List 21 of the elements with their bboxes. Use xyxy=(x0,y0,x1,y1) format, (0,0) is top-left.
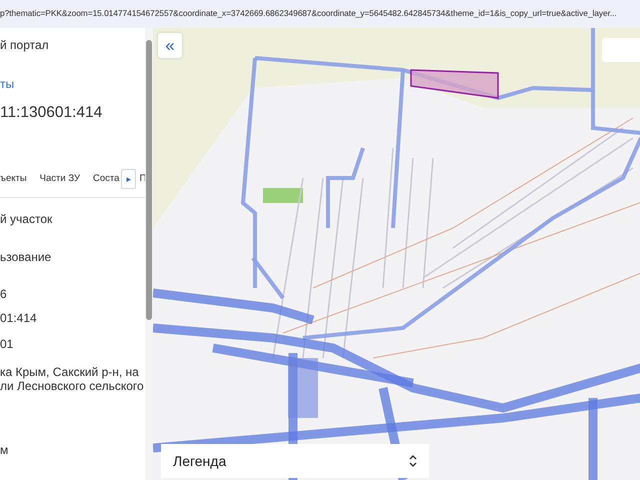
collapse-panel-button[interactable]: « xyxy=(158,33,182,58)
field-value: 01:414 xyxy=(0,310,38,324)
portal-title: й портал xyxy=(0,37,50,54)
field-value: ли Лесновского сельского xyxy=(0,378,145,392)
tab[interactable]: Части ЗУ xyxy=(40,172,80,186)
field-value: ка Крым, Сакский р-н, на xyxy=(0,364,140,378)
chevron-up-down-icon xyxy=(409,455,417,467)
address-bar[interactable]: p?thematic=PKK&zoom=15.014774154672557&coordinate_x=3742669.6862349687&coordinate_y=5645482.642845734&theme_id=1&is_copy_url=true&active_layer... xyxy=(0,0,640,28)
field-value: 6 xyxy=(0,286,8,300)
scrollbar[interactable] xyxy=(145,28,153,480)
legend-label: Легенда xyxy=(173,452,226,471)
link[interactable]: ты xyxy=(0,75,14,93)
scroll-tabs-button[interactable]: ▸ xyxy=(121,169,136,190)
legend-dropdown[interactable]: Легенда xyxy=(161,444,429,478)
field-value: 01 xyxy=(0,336,14,350)
tab[interactable]: Соста xyxy=(93,172,120,186)
cadastral-number: 11:130601:414 xyxy=(0,103,104,123)
field-value: м xyxy=(0,442,10,456)
field-value: ьзование xyxy=(0,250,52,264)
field-value: й участок xyxy=(0,212,54,226)
tab[interactable]: ъекты xyxy=(0,172,27,186)
